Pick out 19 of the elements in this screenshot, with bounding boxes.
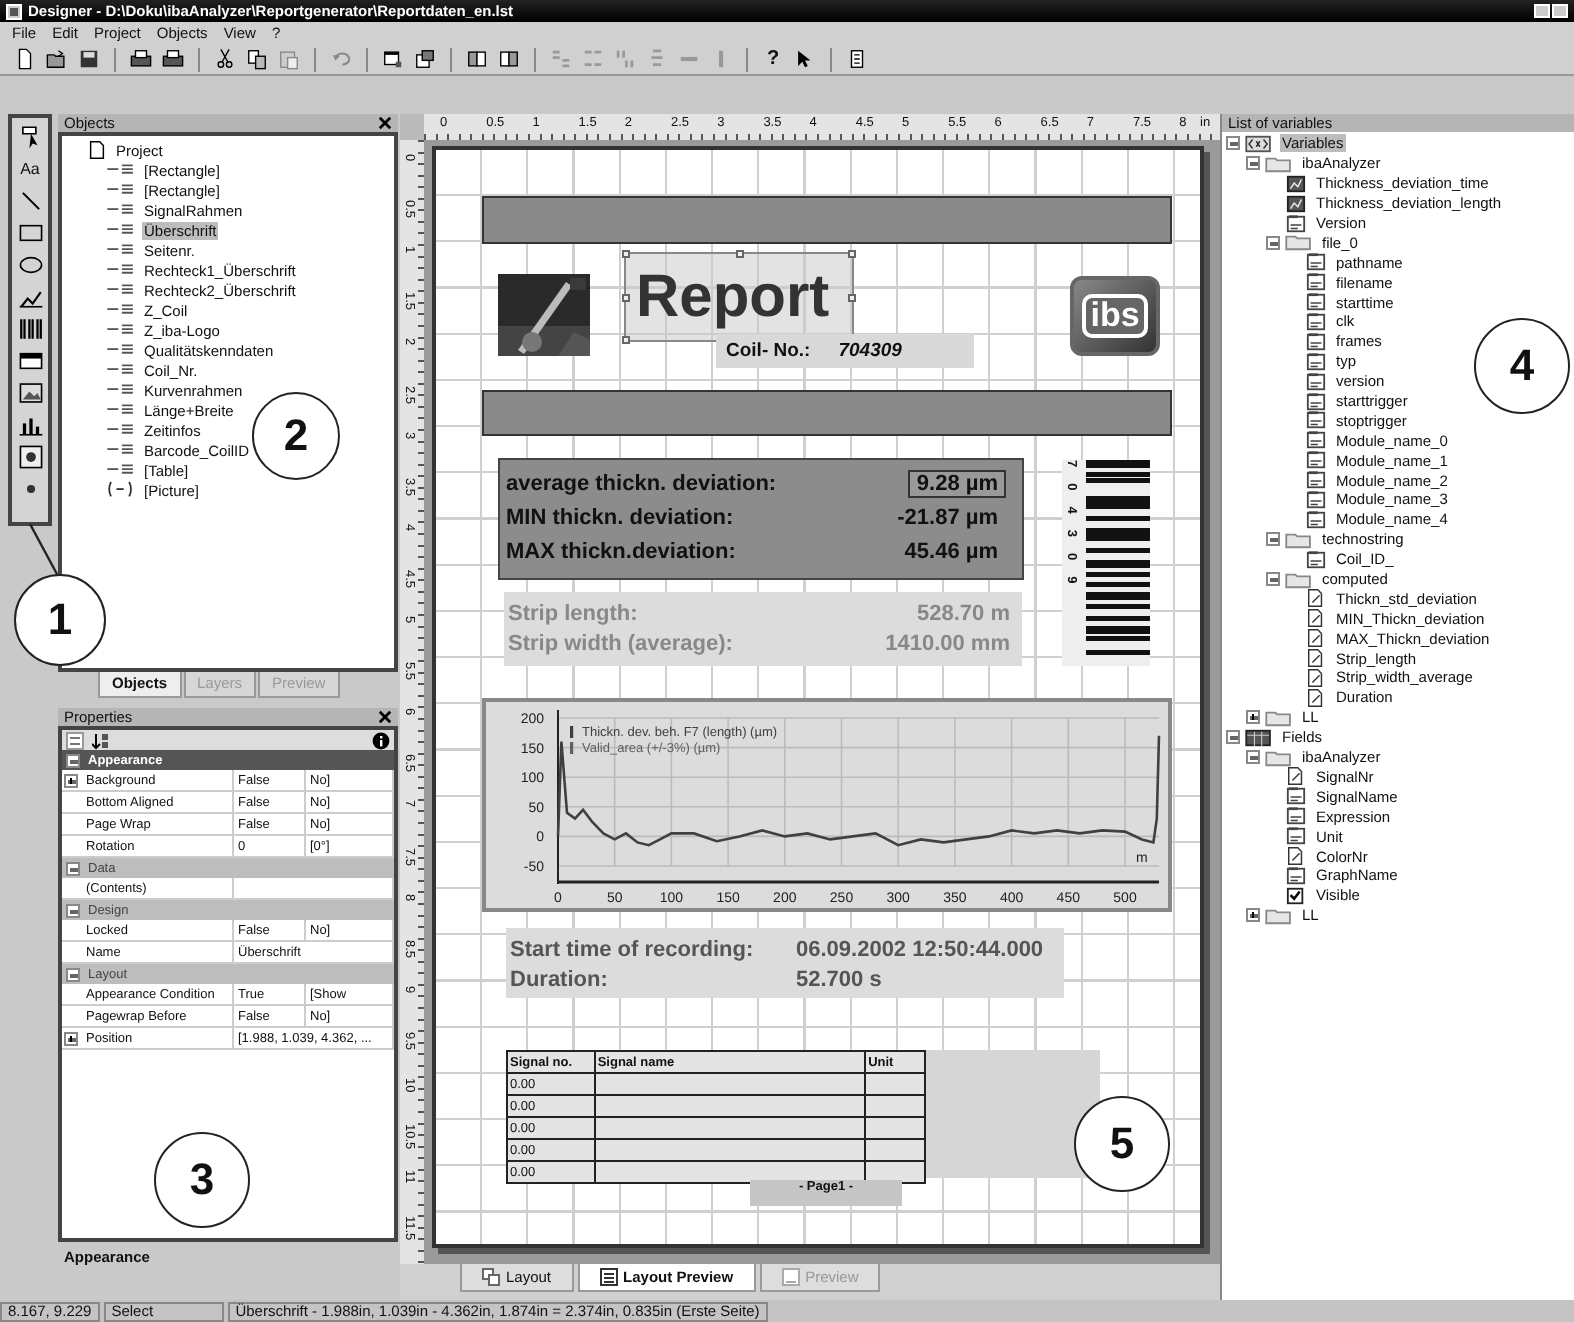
time-label: Duration: bbox=[510, 967, 610, 991]
statistic-value: 45.46 µm bbox=[902, 538, 1000, 566]
statistic-value: 9.28 µm bbox=[908, 470, 1006, 498]
statistic-value: -21.87 µm bbox=[895, 504, 1000, 532]
time-label: Start time of recording: bbox=[510, 937, 756, 961]
callout-number: 1 bbox=[14, 574, 106, 666]
statistic-label: MAX thickn.deviation: bbox=[506, 540, 736, 564]
report-title: Report bbox=[636, 267, 830, 327]
strip-label: Strip width (average): bbox=[508, 631, 733, 655]
statistic-label: MIN thickn. deviation: bbox=[506, 506, 734, 530]
coil-number: 704309 bbox=[838, 340, 902, 362]
strip-value: 528.70 m bbox=[917, 601, 1010, 625]
time-value: 52.700 s bbox=[796, 967, 882, 991]
time-value: 06.09.2002 12:50:44.000 bbox=[796, 937, 1044, 961]
statistic-label: average thickn. deviation: bbox=[506, 472, 777, 496]
logo-text: ibs bbox=[1082, 293, 1148, 339]
strip-value: 1410.00 mm bbox=[885, 631, 1010, 655]
coil-label: Coil- No.: bbox=[726, 340, 811, 362]
strip-label: Strip length: bbox=[508, 601, 638, 625]
